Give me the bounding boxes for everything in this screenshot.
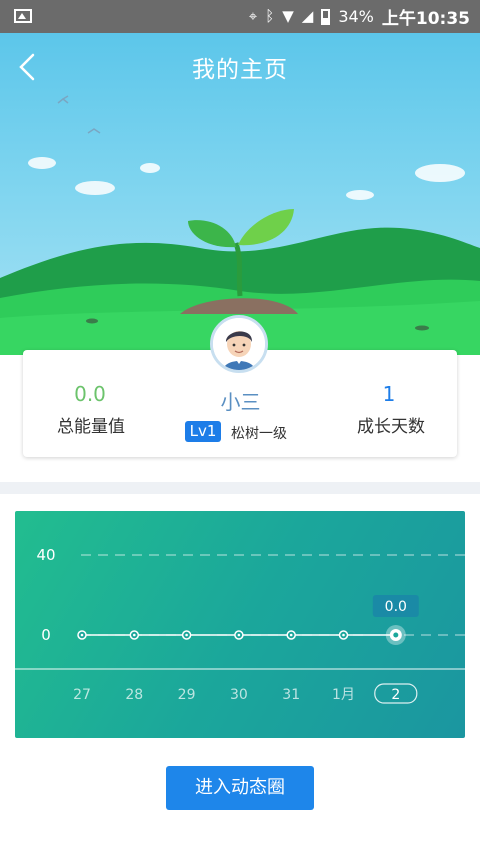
energy-chart: 40 0 27 28 29 30 31 1月 2 0.0 xyxy=(15,511,465,738)
bird-icon xyxy=(87,128,101,134)
total-energy-label: 总能量值 xyxy=(57,417,125,437)
data-point-core xyxy=(237,633,241,637)
status-bar: ⌖ ᛒ ▼ ◢ 34% 上午10:35 xyxy=(0,0,480,33)
battery-icon xyxy=(321,8,331,25)
data-point-core xyxy=(133,633,136,637)
data-point-core xyxy=(80,633,84,637)
status-icons: ⌖ ᛒ ▼ ◢ 34% 上午10:35 xyxy=(249,0,470,33)
x-tick-label: 28 xyxy=(125,687,143,703)
enter-feed-button[interactable]: 进入动态圈 xyxy=(166,766,314,810)
signal-icon: ◢ xyxy=(301,7,314,25)
total-energy-value: 0.0 xyxy=(74,382,106,406)
data-point-core xyxy=(185,633,188,637)
value-tooltip-text: 0.0 xyxy=(385,599,407,615)
x-tick-label: 30 xyxy=(230,687,248,703)
x-tick-label: 31 xyxy=(282,687,300,703)
battery-percent: 34% xyxy=(338,7,374,26)
growth-days-value: 1 xyxy=(382,382,396,406)
y-tick-label: 0 xyxy=(41,626,51,644)
bird-icon xyxy=(57,95,69,104)
avatar[interactable] xyxy=(210,315,268,373)
user-avatar-icon xyxy=(213,318,265,370)
cloud-icon xyxy=(28,157,465,200)
x-tick-label: 1月 xyxy=(332,687,355,703)
energy-line-chart: 40 0 27 28 29 30 31 1月 2 0.0 xyxy=(15,546,465,704)
x-tick-label: 29 xyxy=(178,687,196,703)
y-tick-label: 40 xyxy=(36,546,55,564)
page-title: 我的主页 xyxy=(192,57,288,83)
clock: 上午10:35 xyxy=(381,9,470,29)
bluetooth-icon: ᛒ xyxy=(265,7,275,25)
data-point-core xyxy=(342,633,345,637)
image-icon xyxy=(14,9,32,23)
section-divider xyxy=(0,482,480,494)
location-icon: ⌖ xyxy=(248,7,258,25)
data-point-core xyxy=(289,633,293,637)
selected-point-core xyxy=(393,632,399,638)
level-badge: Lv1 xyxy=(185,421,221,442)
rank-name: 松树一级 xyxy=(231,426,287,442)
x-tick-label: 27 xyxy=(73,687,91,703)
growth-days-label: 成长天数 xyxy=(357,417,425,437)
wifi-icon: ▼ xyxy=(282,7,294,25)
user-name: 小三 xyxy=(220,390,261,414)
x-tick-label: 2 xyxy=(391,687,400,703)
